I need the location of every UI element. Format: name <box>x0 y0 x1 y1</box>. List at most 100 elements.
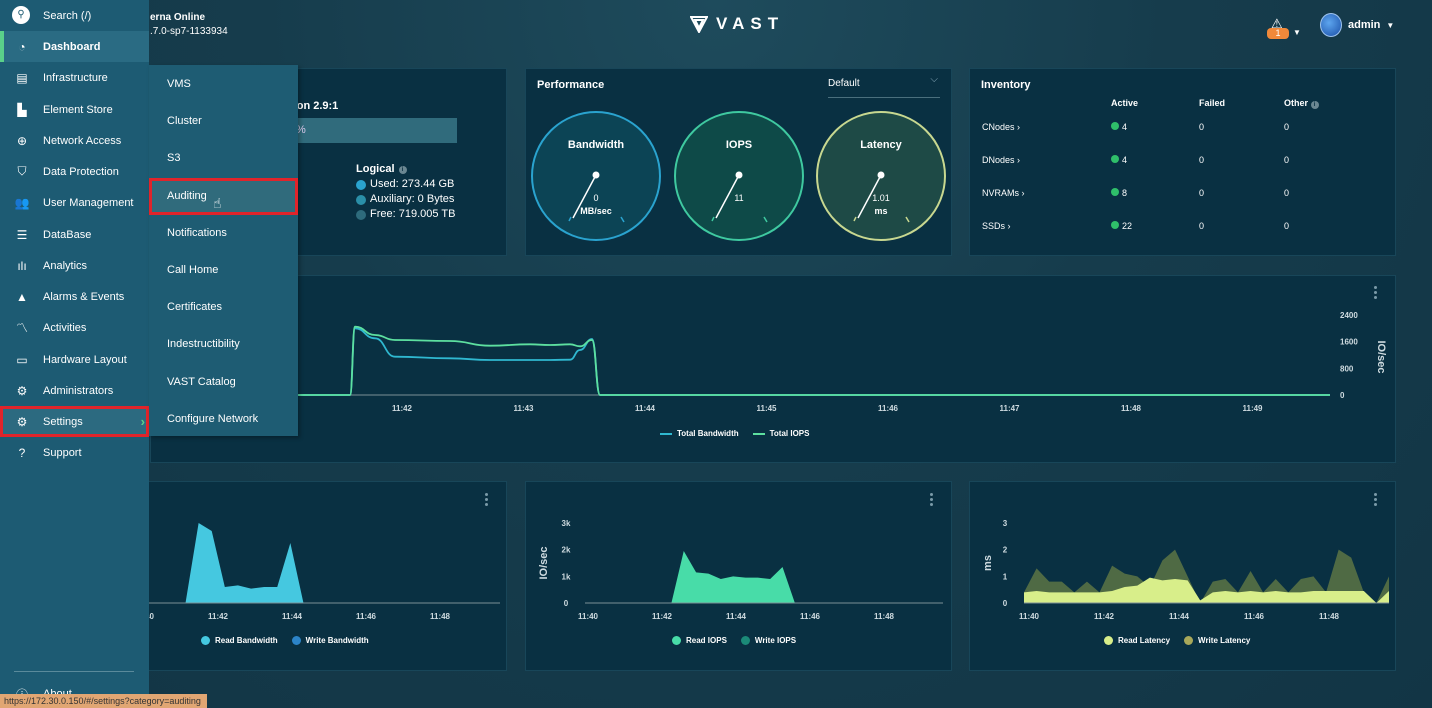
logical-title: Logical <box>356 163 395 175</box>
submenu-item-indestructibility[interactable]: Indestructibility <box>149 326 298 363</box>
sidebar-item-network-access[interactable]: ⊕ Network Access <box>0 125 149 156</box>
series-line-total-bandwidth <box>290 327 1330 396</box>
submenu-item-cluster[interactable]: Cluster <box>149 103 298 140</box>
inventory-active: 22 <box>1111 221 1132 231</box>
folder-icon: ▙ <box>17 102 27 117</box>
user-menu[interactable]: admin ▼ <box>1320 13 1394 37</box>
check-circle-icon <box>1111 122 1119 130</box>
sidebar-item-label: Search (/) <box>43 9 92 22</box>
shield-icon: ⛉ <box>17 164 27 178</box>
legend-total-iops[interactable]: Total IOPS <box>752 429 809 438</box>
submenu-item-vast-catalog[interactable]: VAST Catalog <box>149 364 298 401</box>
inventory-row-link[interactable]: DNodes › <box>982 155 1020 165</box>
sidebar-item-support[interactable]: ? Support <box>0 437 149 468</box>
sidebar-item-analytics[interactable]: ılı Analytics <box>0 250 149 281</box>
performance-select-value: Default <box>828 78 860 89</box>
sidebar-item-hardware-layout[interactable]: ▭ Hardware Layout <box>0 344 149 375</box>
submenu-item-configure-network[interactable]: Configure Network <box>149 401 298 438</box>
gauge-needle <box>853 171 910 223</box>
sidebar-item-settings[interactable]: ⚙ Settings › <box>0 406 149 437</box>
x-tick-label: 11:42 <box>208 612 229 621</box>
y-tick-label: 0 <box>1003 599 1008 608</box>
activity-icon: 〽 <box>15 321 28 335</box>
latency-chart-legend: Read Latency Write Latency <box>1104 636 1250 645</box>
submenu-item-call-home[interactable]: Call Home <box>149 252 298 289</box>
chevron-right-icon: › <box>140 414 145 429</box>
inventory-column-header: Failed <box>1199 98 1226 108</box>
alert-count-badge: 1 <box>1267 28 1289 39</box>
x-tick-label: 11:44 <box>635 404 656 413</box>
info-icon[interactable]: i <box>1310 101 1319 109</box>
x-tick-label: 11:42 <box>1094 612 1115 621</box>
sidebar-item-database[interactable]: ☰ DataBase <box>0 219 149 250</box>
x-tick-label: 11:46 <box>356 612 377 621</box>
sidebar-item-element-store[interactable]: ▙ Element Store <box>0 94 149 125</box>
sidebar-item-label: Dashboard <box>43 40 101 53</box>
inventory-row-link[interactable]: CNodes › <box>982 122 1020 132</box>
chevron-down-icon: ⌵ <box>930 74 938 85</box>
gauge-needle <box>568 171 625 223</box>
inventory-row-link[interactable]: NVRAMs › <box>982 188 1025 198</box>
inventory-failed: 0 <box>1199 122 1205 132</box>
sidebar-item-alarms-events[interactable]: ▲ Alarms & Events <box>0 281 149 312</box>
sidebar-item-label: User Management <box>43 196 134 209</box>
bandwidth-chart-legend: Read Bandwidth Write Bandwidth <box>201 636 369 645</box>
legend-write-iops[interactable]: Write IOPS <box>740 636 796 645</box>
check-circle-icon <box>1111 188 1119 196</box>
submenu-item-notifications[interactable]: Notifications <box>149 215 298 252</box>
x-tick-label: 11:48 <box>1121 404 1142 413</box>
avatar <box>1320 13 1342 37</box>
total-chart-legend: Total Bandwidth Total IOPS <box>660 429 809 438</box>
caret-down-icon: ▼ <box>1293 28 1301 37</box>
inventory-active: 8 <box>1111 188 1127 198</box>
logical-legend: Logical i Used: 273.44 GB Auxiliary: 0 By… <box>356 162 455 222</box>
globe-icon: ⊕ <box>16 133 28 148</box>
gauge-value: 1.01 <box>872 193 890 203</box>
submenu-item-vms[interactable]: VMS <box>149 66 298 103</box>
sidebar-item-label: Settings <box>43 415 83 428</box>
sidebar-item-infrastructure[interactable]: ▤ Infrastructure <box>0 62 149 93</box>
logical-used: Used: 273.44 GB <box>370 178 455 190</box>
submenu-item-certificates[interactable]: Certificates <box>149 289 298 326</box>
alerts-button[interactable]: ⚠ 1 ▼ <box>1265 14 1301 40</box>
free-dot <box>356 209 366 220</box>
y-tick-label: 1 <box>1003 572 1008 581</box>
sidebar-item-user-management[interactable]: 👥 User Management <box>0 187 149 218</box>
inventory-row-link[interactable]: SSDs › <box>982 221 1011 231</box>
gauge-unit: MB/sec <box>580 206 612 216</box>
sidebar-item-label: Network Access <box>43 134 122 147</box>
sidebar-item-label: Alarms & Events <box>43 290 125 303</box>
inventory-failed: 0 <box>1199 188 1205 198</box>
sidebar-divider <box>14 671 134 672</box>
submenu-item-auditing[interactable]: Auditing <box>149 177 298 215</box>
sidebar-item-label: Analytics <box>43 259 88 272</box>
legend-write-latency[interactable]: Write Latency <box>1184 636 1250 645</box>
legend-total-bandwidth[interactable]: Total Bandwidth <box>660 429 739 438</box>
logical-auxiliary: Auxiliary: 0 Bytes <box>370 193 455 205</box>
performance-preset-select[interactable]: Default ⌵ <box>828 70 940 98</box>
inventory-column-header: Active <box>1111 98 1139 108</box>
y-tick-label: 2400 <box>1340 311 1358 320</box>
gauge-title: Bandwidth <box>567 139 625 151</box>
x-tick-label: 11:46 <box>878 404 899 413</box>
y-tick-label: 3k <box>562 519 571 528</box>
legend-write-bandwidth[interactable]: Write Bandwidth <box>291 636 369 645</box>
vast-logo: VAST <box>690 14 784 34</box>
x-tick-label: 11:44 <box>1169 612 1190 621</box>
gauge-latency: Latency 1.01 ms <box>816 111 946 241</box>
iops-chart-legend: Read IOPS Write IOPS <box>672 636 796 645</box>
submenu-item-s3[interactable]: S3 <box>149 140 298 177</box>
sidebar-item-administrators[interactable]: ⚙ Administrators <box>0 375 149 406</box>
inventory-column-header: Other i <box>1284 98 1319 109</box>
sidebar-item-activities[interactable]: 〽 Activities <box>0 312 149 343</box>
sidebar-item-search[interactable]: ⚲ Search (/) <box>0 0 149 31</box>
info-icon[interactable]: i <box>398 165 407 174</box>
sidebar-item-data-protection[interactable]: ⛉ Data Protection <box>0 156 149 187</box>
y-tick-label: 2 <box>1003 546 1008 555</box>
y-tick-label: 0 <box>1340 391 1345 400</box>
legend-read-latency[interactable]: Read Latency <box>1104 636 1170 645</box>
sidebar-item-label: Hardware Layout <box>43 353 127 366</box>
legend-read-iops[interactable]: Read IOPS <box>672 636 727 645</box>
sidebar-item-dashboard[interactable]: ◔ Dashboard <box>0 31 149 62</box>
legend-read-bandwidth[interactable]: Read Bandwidth <box>201 636 278 645</box>
